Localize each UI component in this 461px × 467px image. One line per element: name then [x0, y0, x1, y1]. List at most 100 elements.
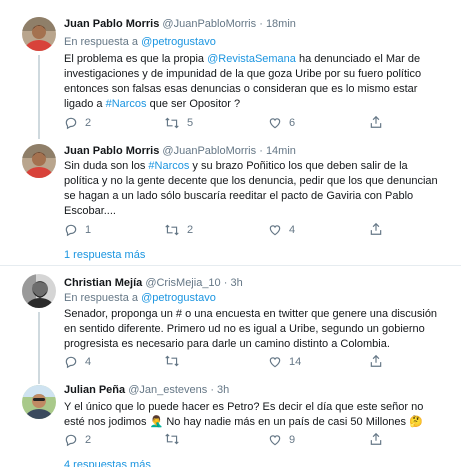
reply-button[interactable]: 2 [64, 115, 91, 131]
reply-icon [65, 434, 77, 447]
hashtag-link[interactable]: #Narcos [148, 160, 189, 172]
like-count: 4 [289, 224, 296, 236]
reply-icon [65, 224, 77, 237]
reply-count: 1 [85, 224, 92, 236]
tweet-actions: 2 5 6 [64, 115, 456, 131]
separator-dot: · [223, 277, 228, 289]
reply-mention[interactable]: @petrogustavo [141, 292, 216, 304]
author-name[interactable]: Juan Pablo Morris [64, 18, 159, 30]
like-button[interactable]: 6 [268, 115, 295, 131]
tweet-timestamp[interactable]: 3h [230, 277, 242, 289]
tweet-text: entonces son falsas esas denuncias o con… [64, 83, 418, 95]
avatar-man-red-shirt [22, 144, 56, 178]
author-handle[interactable]: @JuanPabloMorris [162, 145, 256, 157]
mention-link[interactable]: @RevistaSemana [207, 53, 296, 65]
author-handle[interactable]: @Jan_estevens [128, 384, 207, 396]
author-handle[interactable]: @CrisMejia_10 [145, 277, 220, 289]
tweet-4[interactable]: Julian Peña @Jan_estevens · 3h Y el únic… [0, 378, 461, 467]
show-more-replies[interactable]: 1 respuesta más [64, 248, 145, 262]
tweet-timestamp[interactable]: 18min [266, 18, 296, 30]
like-button[interactable]: 4 [268, 222, 295, 238]
tweet-text: que ser Opositor ? [146, 98, 241, 110]
share-icon [370, 222, 382, 235]
reply-count: 4 [85, 356, 92, 368]
tweet-1[interactable]: Juan Pablo Morris @JuanPabloMorris · 18m… [0, 0, 461, 138]
separator-dot: · [259, 18, 263, 30]
avatar-man-red-shirt [22, 17, 56, 51]
tweet-header: Julian Peña @Jan_estevens · 3h [64, 383, 229, 397]
hashtag-link[interactable]: #Narcos [106, 98, 147, 110]
avatar[interactable] [22, 385, 56, 419]
author-name[interactable]: Julian Peña [64, 384, 125, 396]
like-button[interactable]: 14 [268, 354, 301, 370]
tweet-body: Y el único que lo puede hacer es Petro? … [64, 400, 456, 430]
share-button[interactable] [369, 115, 383, 129]
avatar[interactable] [22, 274, 56, 308]
reply-icon [65, 356, 77, 369]
reply-button[interactable]: 4 [64, 354, 91, 370]
tweet-2[interactable]: Juan Pablo Morris @JuanPabloMorris · 14m… [0, 138, 461, 261]
share-icon [370, 115, 382, 128]
reply-mention[interactable]: @petrogustavo [141, 36, 216, 48]
share-button[interactable] [369, 222, 383, 236]
like-icon [269, 118, 281, 129]
retweet-icon [165, 433, 179, 445]
retweet-count: 2 [187, 224, 194, 236]
like-icon [269, 357, 281, 368]
tweet-text: ha denunciado el Mar de [295, 53, 421, 65]
tweet-timestamp[interactable]: 3h [217, 384, 229, 396]
tweet-actions: 4 14 [64, 354, 456, 370]
tweet-text-line: esté nos jodimos 🤦‍♂️ No hay nadie más e… [64, 415, 456, 430]
tweet-actions: 1 2 4 [64, 222, 456, 238]
reply-icon [65, 117, 77, 130]
tweet-text-line: entonces son falsas esas denuncias o con… [64, 82, 456, 97]
tweet-text-line: política y no la gente decente que los d… [64, 174, 456, 189]
separator-dot: · [259, 145, 263, 157]
share-icon [370, 432, 382, 445]
tweet-header: Juan Pablo Morris @JuanPabloMorris · 18m… [64, 17, 296, 31]
retweet-button[interactable]: 5 [164, 115, 193, 131]
avatar[interactable] [22, 17, 56, 51]
tweet-text: progresista es necesario para darle un c… [64, 338, 390, 350]
share-icon [370, 354, 382, 367]
share-button[interactable] [369, 432, 383, 446]
author-name[interactable]: Juan Pablo Morris [64, 145, 159, 157]
author-name[interactable]: Christian Mejía [64, 277, 142, 289]
tweet-timestamp[interactable]: 14min [266, 145, 296, 157]
tweet-text: Y el único que lo puede hacer es Petro? … [64, 401, 424, 413]
reply-button[interactable]: 1 [64, 222, 91, 238]
retweet-icon [165, 117, 179, 129]
tweet-text-line: El problema es que la propia @RevistaSem… [64, 52, 456, 67]
retweet-icon [165, 355, 179, 367]
tweet-text-line: en sentido diferente. Primero ud no es i… [64, 322, 456, 337]
reply-context: En respuesta a @petrogustavo [64, 35, 216, 49]
author-handle[interactable]: @JuanPabloMorris [162, 18, 256, 30]
tweet-text: El problema es que la propia [64, 53, 208, 65]
tweet-body: El problema es que la propia @RevistaSem… [64, 52, 456, 112]
retweet-button[interactable] [164, 354, 187, 368]
tweet-text: investigaciones y de impunidad de la que… [64, 68, 422, 80]
tweet-text-line: Y el único que lo puede hacer es Petro? … [64, 400, 456, 415]
tweet-3[interactable]: Christian Mejía @CrisMejia_10 · 3h En re… [0, 266, 461, 378]
avatar[interactable] [22, 144, 56, 178]
tweet-text-line: Senador, proponga un # o una encuesta en… [64, 307, 456, 322]
reply-button[interactable]: 2 [64, 432, 91, 448]
tweet-text: Escobar.... [64, 205, 116, 217]
like-button[interactable]: 9 [268, 432, 295, 448]
reply-prefix: En respuesta a [64, 292, 138, 304]
retweet-button[interactable]: 2 [164, 222, 193, 238]
tweet-text: política y no la gente decente que los d… [64, 175, 438, 187]
tweet-text: ligado a [64, 98, 106, 110]
reply-context: En respuesta a @petrogustavo [64, 291, 216, 305]
tweet-body: Sin duda son los #Narcos y su brazo Poñi… [64, 159, 456, 219]
tweet-text: Senador, proponga un # o una encuesta en… [64, 308, 438, 320]
retweet-button[interactable] [164, 432, 187, 446]
avatar-man-outdoors [22, 385, 56, 419]
share-button[interactable] [369, 354, 383, 368]
like-count: 9 [289, 434, 296, 446]
reply-prefix: En respuesta a [64, 36, 138, 48]
show-more-replies[interactable]: 4 respuestas más [64, 458, 151, 467]
tweet-text: esté nos jodimos 🤦‍♂️ No hay nadie más e… [64, 416, 423, 428]
tweet-text: y su brazo Poñitico los que deben salir … [189, 160, 408, 172]
tweet-text-line: se hagan a un lado sólo buscaría reedita… [64, 189, 456, 204]
